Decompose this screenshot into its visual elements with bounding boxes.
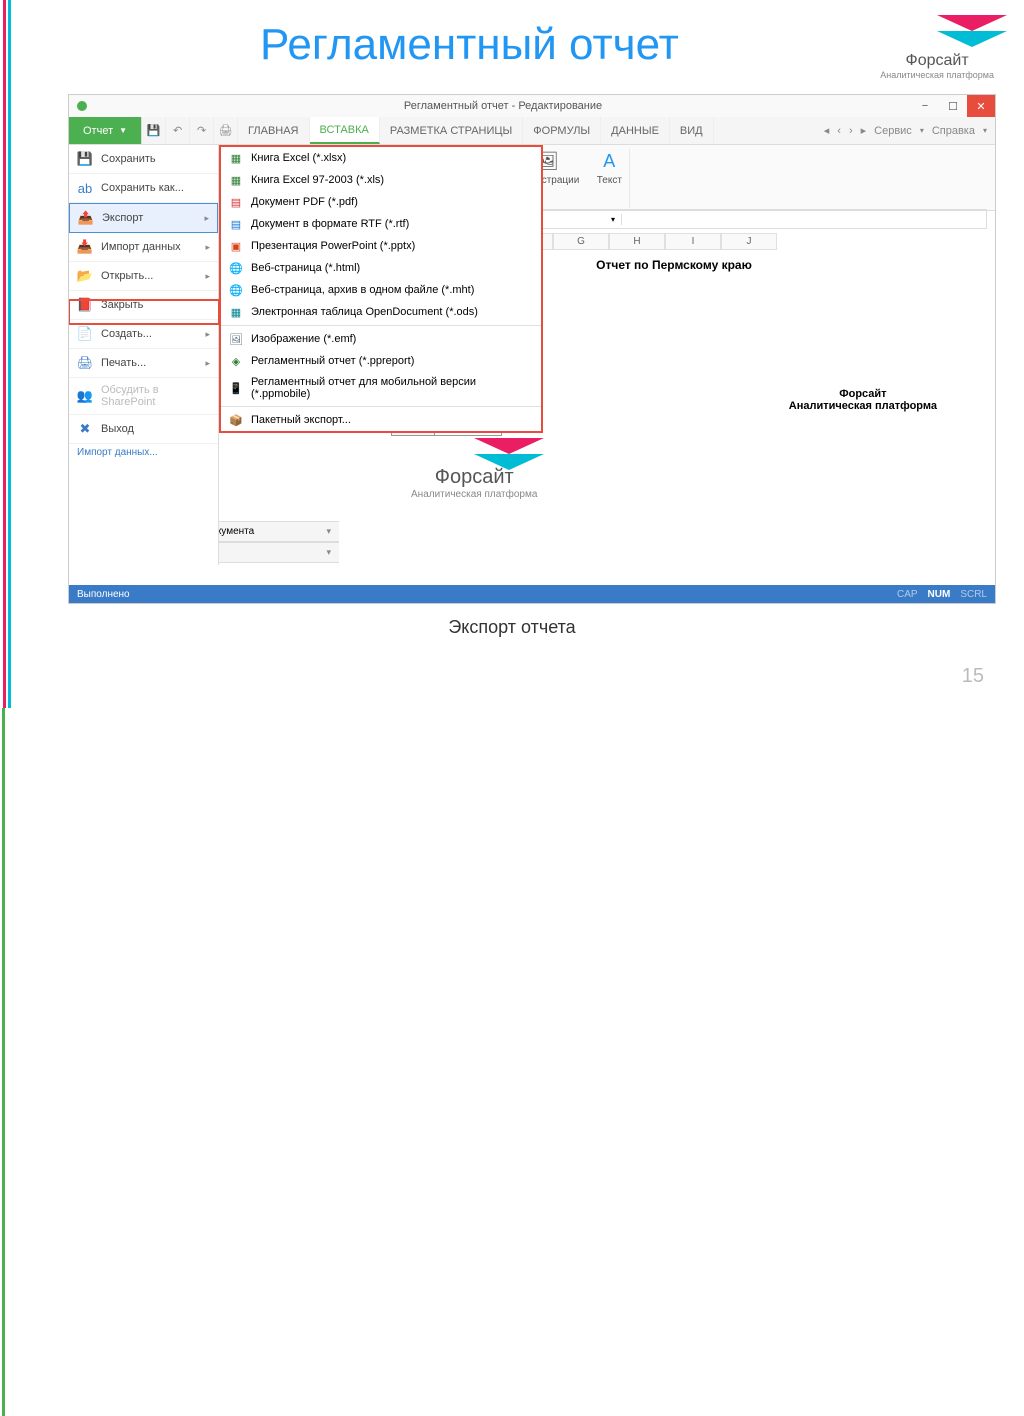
status-bar: Выполнено CAP NUM SCRL (69, 585, 995, 603)
watermark-center: Форсайт Аналитическая платформа (411, 438, 537, 500)
keyboard-indicator: SCRL (960, 589, 987, 600)
export-format-item[interactable]: 📦Пакетный экспорт... (221, 409, 541, 431)
save-icon[interactable]: 💾 (142, 117, 166, 144)
format-icon: ▤ (229, 217, 243, 231)
slide-left-stripe (0, 0, 14, 708)
menu-item-icon: 📄 (77, 326, 93, 342)
menu-separator (221, 325, 541, 326)
maximize-button[interactable]: ☐ (939, 95, 967, 117)
menu-item-icon: 📥 (77, 239, 93, 255)
menu-item-icon: 📤 (78, 210, 94, 226)
format-icon: 🖼 (229, 332, 243, 346)
slide-title: Регламентный отчет (260, 20, 679, 70)
format-icon: 🌐 (229, 283, 243, 297)
logo-name: Форсайт (880, 52, 994, 70)
format-icon: ▦ (229, 305, 243, 319)
file-menu-item[interactable]: 🖨Печать...▸ (69, 349, 218, 378)
export-format-item[interactable]: 🖼Изображение (*.emf) (221, 328, 541, 350)
export-submenu: ▦Книга Excel (*.xlsx)▦Книга Excel 97-200… (219, 145, 543, 433)
column-header[interactable]: G (553, 233, 609, 250)
file-menu-item[interactable]: 📂Открыть...▸ (69, 262, 218, 291)
file-menu-item[interactable]: abСохранить как... (69, 174, 218, 203)
keyboard-indicator: CAP (897, 589, 918, 600)
menu-item-icon: 💾 (77, 151, 93, 167)
nav-last-icon[interactable]: ▸ (861, 124, 867, 137)
app-icon (77, 101, 87, 111)
tab-главная[interactable]: ГЛАВНАЯ (238, 117, 309, 144)
format-icon: 📱 (229, 381, 243, 395)
format-icon: ▦ (229, 173, 243, 187)
file-menu-item[interactable]: 📤Экспорт▸ (69, 203, 218, 233)
file-menu-item[interactable]: 👥Обсудить в SharePoint (69, 378, 218, 415)
redo-icon[interactable]: ↷ (190, 117, 214, 144)
file-menu-item[interactable]: 📄Создать...▸ (69, 320, 218, 349)
menu-item-icon: 📕 (77, 297, 93, 313)
export-format-item[interactable]: ▣Презентация PowerPoint (*.pptx) (221, 235, 541, 257)
menu-item-icon: ab (77, 180, 93, 196)
slide-caption: Экспорт отчета (0, 617, 1024, 638)
foresight-logo-icon (902, 15, 972, 47)
export-format-item[interactable]: ▦Электронная таблица OpenDocument (*.ods… (221, 301, 541, 323)
tab-данные[interactable]: ДАННЫЕ (601, 117, 670, 144)
format-icon: ▣ (229, 239, 243, 253)
text-icon: A (595, 151, 623, 173)
nav-prev-icon[interactable]: ‹ (837, 125, 841, 137)
format-icon: 🌐 (229, 261, 243, 275)
file-menu-item[interactable]: 📥Импорт данных▸ (69, 233, 218, 262)
tab-вставка[interactable]: ВСТАВКА (310, 117, 380, 144)
export-format-item[interactable]: ▤Документ в формате RTF (*.rtf) (221, 213, 541, 235)
menu-item-icon: 🖨 (77, 355, 93, 371)
slide-number: 15 (962, 665, 984, 688)
logo-top-right: Форсайт Аналитическая платформа (880, 15, 994, 80)
tab-разметка страницы[interactable]: РАЗМЕТКА СТРАНИЦЫ (380, 117, 523, 144)
column-header[interactable]: J (721, 233, 777, 250)
file-menu-item[interactable]: ✖Выход (69, 415, 218, 444)
titlebar: Регламентный отчет - Редактирование − ☐ … (69, 95, 995, 117)
ribbon-tabs-row: Отчет▼ 💾 ↶ ↷ 🖨 ГЛАВНАЯВСТАВКАРАЗМЕТКА СТ… (69, 117, 995, 145)
format-icon: 📦 (229, 413, 243, 427)
status-text: Выполнено (77, 589, 130, 600)
export-format-item[interactable]: 🌐Веб-страница (*.html) (221, 257, 541, 279)
nav-first-icon[interactable]: ◂ (824, 124, 830, 137)
menu-item-icon: ✖ (77, 421, 93, 437)
nav-next-icon[interactable]: › (849, 125, 853, 137)
minimize-button[interactable]: − (911, 95, 939, 117)
service-menu[interactable]: Сервис (874, 125, 912, 137)
print-icon[interactable]: 🖨 (214, 117, 238, 144)
tab-формулы[interactable]: ФОРМУЛЫ (523, 117, 601, 144)
file-menu: 💾СохранитьabСохранить как...📤Экспорт▸📥Им… (69, 145, 219, 565)
file-menu-item[interactable]: 📕Закрыть (69, 291, 218, 320)
export-format-item[interactable]: ◈Регламентный отчет (*.ppreport) (221, 350, 541, 372)
undo-icon[interactable]: ↶ (166, 117, 190, 144)
file-menu-extra[interactable]: Импорт данных... (69, 444, 218, 461)
export-format-item[interactable]: ▤Документ PDF (*.pdf) (221, 191, 541, 213)
menu-item-icon: 📂 (77, 268, 93, 284)
foresight-logo-icon (449, 438, 499, 462)
watermark-right: Форсайт Аналитическая платформа (789, 388, 937, 412)
application-window: Регламентный отчет - Редактирование − ☐ … (68, 94, 996, 604)
logo-subtitle: Аналитическая платформа (880, 70, 994, 80)
column-header[interactable]: H (609, 233, 665, 250)
menu-separator (221, 406, 541, 407)
column-header[interactable]: I (665, 233, 721, 250)
window-title: Регламентный отчет - Редактирование (95, 100, 911, 112)
file-menu-item[interactable]: 💾Сохранить (69, 145, 218, 174)
report-menu-button[interactable]: Отчет▼ (69, 117, 142, 144)
export-format-item[interactable]: 🌐Веб-страница, архив в одном файле (*.mh… (221, 279, 541, 301)
format-icon: ▤ (229, 195, 243, 209)
export-format-item[interactable]: ▦Книга Excel (*.xlsx) (221, 147, 541, 169)
tab-вид[interactable]: ВИД (670, 117, 714, 144)
help-menu[interactable]: Справка (932, 125, 975, 137)
format-icon: ▦ (229, 151, 243, 165)
export-format-item[interactable]: ▦Книга Excel 97-2003 (*.xls) (221, 169, 541, 191)
keyboard-indicator: NUM (928, 589, 951, 600)
watermark-sub: Аналитическая платформа (411, 489, 537, 500)
export-format-item[interactable]: 📱Регламентный отчет для мобильной версии… (221, 372, 541, 404)
menu-item-icon: 👥 (77, 388, 93, 404)
format-icon: ◈ (229, 354, 243, 368)
ribbon-text[interactable]: AТекст (595, 151, 623, 186)
close-button[interactable]: ✕ (967, 95, 995, 117)
